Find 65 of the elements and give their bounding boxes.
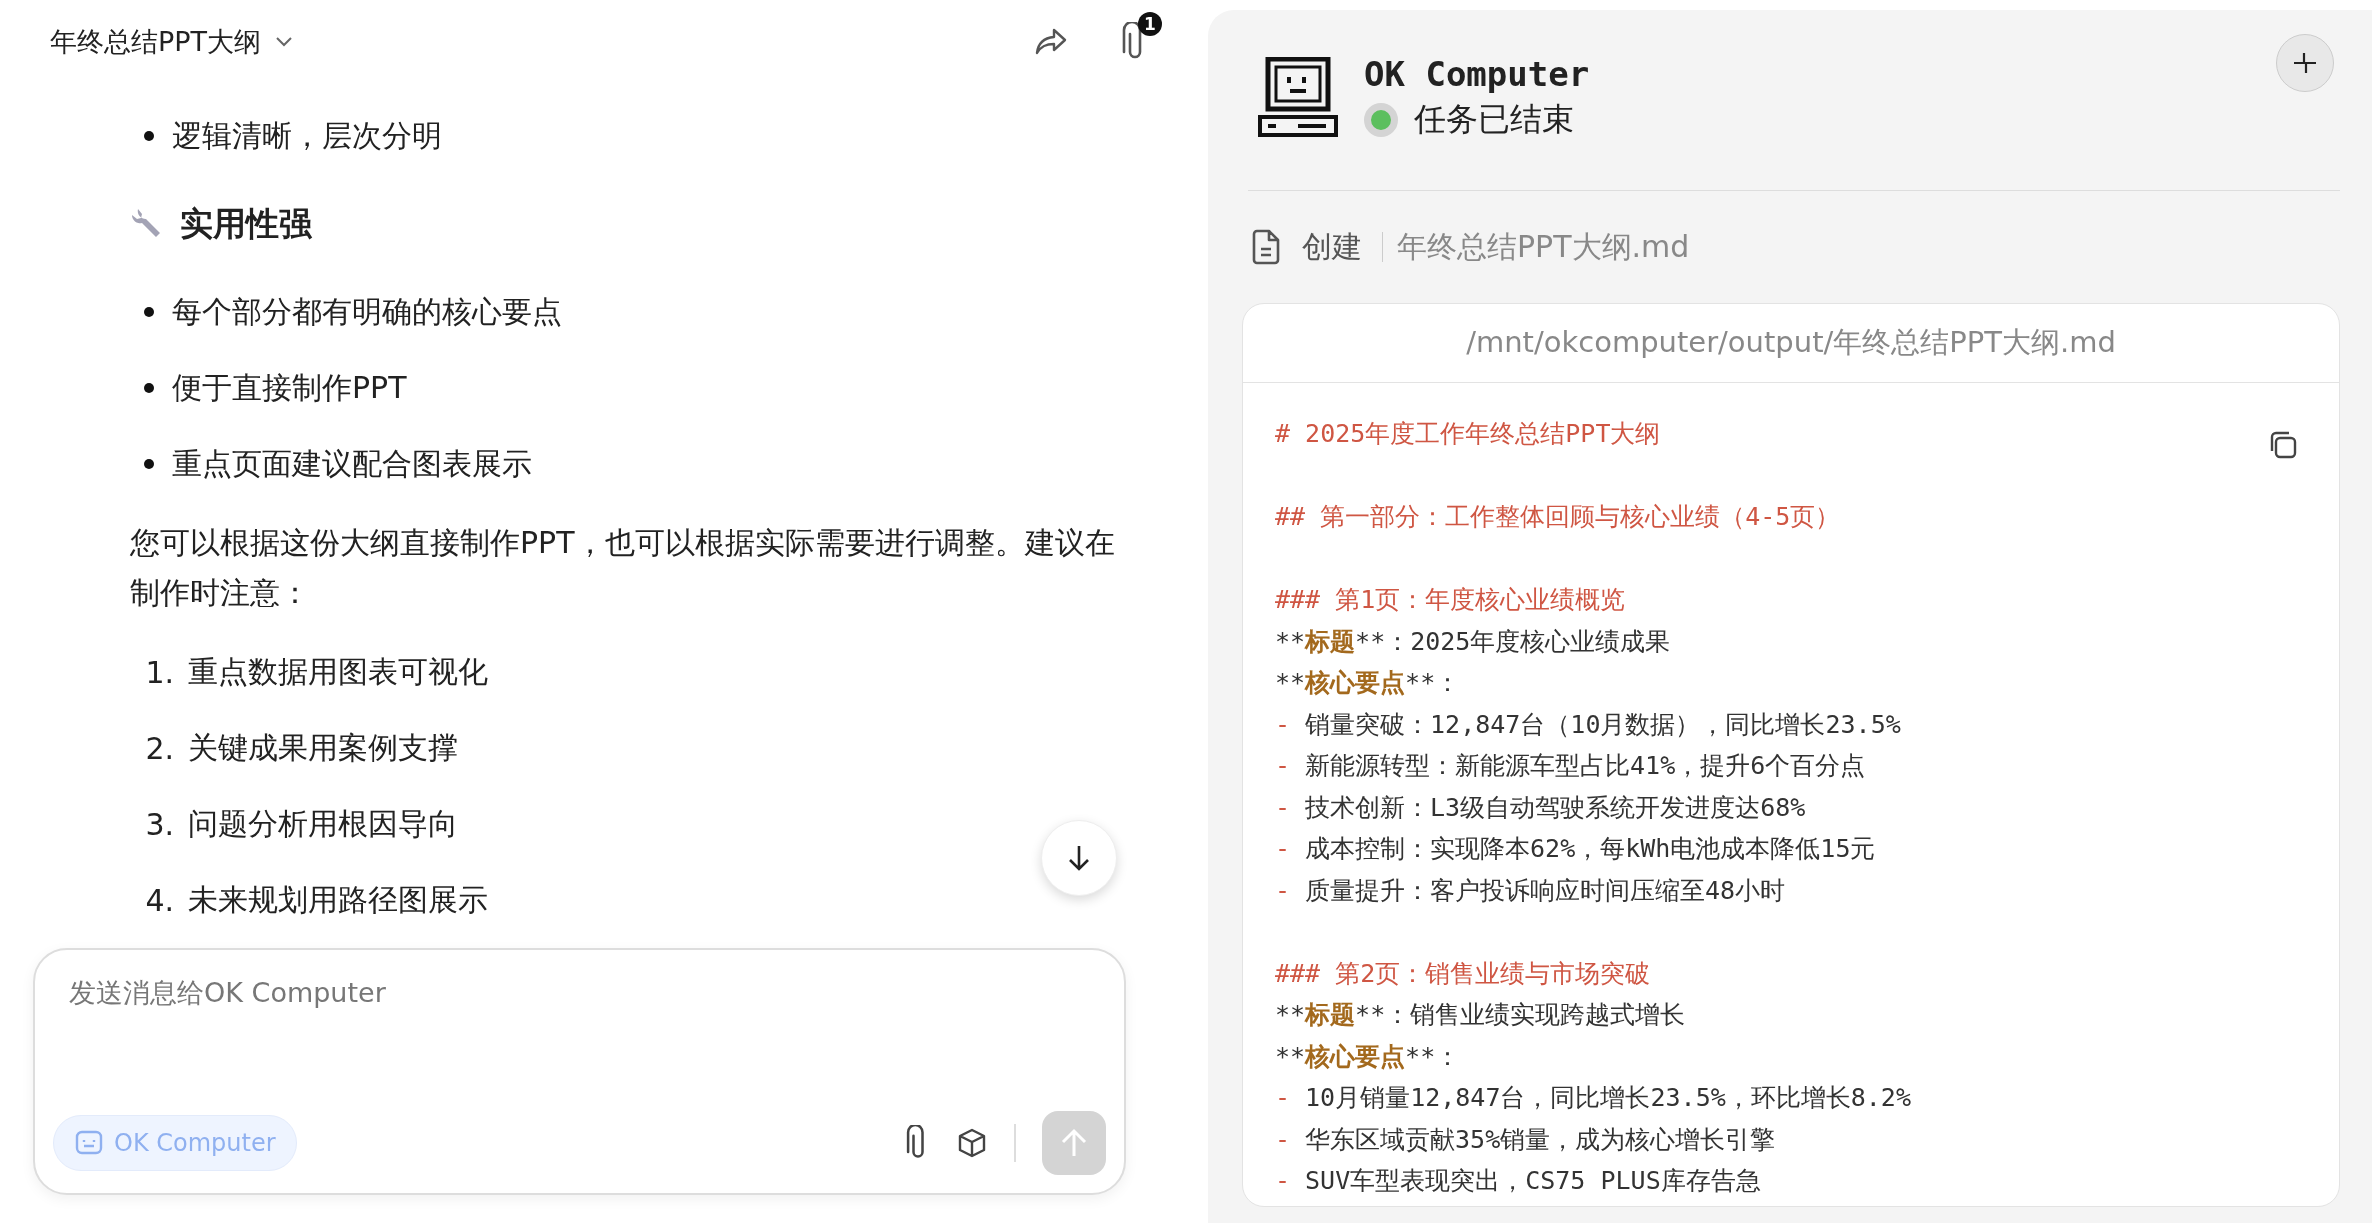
share-icon[interactable]	[1034, 27, 1068, 57]
bullet-dot	[144, 131, 154, 141]
bullet-dot	[144, 383, 154, 393]
code-line: 技术创新：L3级自动驾驶系统开发进度达68%	[1305, 791, 1806, 824]
document-icon	[1250, 228, 1282, 266]
list-dash: -	[1275, 875, 1291, 905]
file-path: /mnt/okcomputer/output/年终总结PPT大纲.md	[1243, 304, 2339, 383]
conversation-title[interactable]: 年终总结PPT大纲	[50, 24, 262, 60]
field-label: 标题	[1305, 999, 1356, 1032]
computer-icon	[1258, 57, 1338, 139]
list-item-text: 关键成果用案例支撑	[188, 728, 458, 767]
code-line: 销量突破：12,847台（10月数据），同比增长23.5%	[1305, 708, 1901, 741]
field-label: 标题	[1305, 625, 1356, 658]
field-label: 核心要点	[1305, 1040, 1406, 1073]
collapse-icon	[2292, 50, 2318, 76]
code-line: ### 第1页：年度核心业绩概览	[1275, 584, 1626, 617]
list-number: 2.	[144, 730, 174, 766]
code-line: SUV车型表现突出，CS75 PLUS库存告急	[1305, 1165, 1761, 1198]
code-line: 新能源转型：新能源车型占比41%，提升6个百分点	[1305, 750, 1866, 783]
code-line: 成本控制：实现降本62%，每kWh电池成本降低15元	[1305, 833, 1876, 866]
chevron-down-icon[interactable]	[275, 36, 294, 48]
list-dash: -	[1275, 834, 1291, 864]
attachment-count-badge: 1	[1138, 12, 1162, 36]
list-item-text: 未来规划用路径图展示	[188, 880, 488, 919]
bold-marker: **	[1355, 626, 1386, 656]
bold-marker: **	[1405, 1041, 1436, 1071]
agent-name: OK Computer	[1364, 54, 1590, 94]
status-text: 任务已结束	[1414, 99, 1574, 140]
code-line: ### 第2页：销售业绩与市场突破	[1275, 957, 1651, 990]
field-value: ：	[1435, 667, 1461, 700]
bullet-dot	[144, 307, 154, 317]
list-item-text: 每个部分都有明确的核心要点	[172, 292, 562, 331]
bold-marker: **	[1355, 1000, 1386, 1030]
bullet-dot	[144, 459, 154, 469]
cube-icon[interactable]	[956, 1127, 988, 1159]
paragraph: 您可以根据这份大纲直接制作PPT，也可以根据实际需要进行调整。建议在制作时注意：	[130, 524, 1116, 612]
field-value: ：销售业绩实现跨越式增长	[1385, 999, 1686, 1032]
list-dash: -	[1275, 792, 1291, 822]
list-item-text: 便于直接制作PPT	[172, 368, 407, 407]
list-item-text: 问题分析用根因导向	[188, 804, 458, 843]
field-value: ：2025年度核心业绩成果	[1385, 625, 1671, 658]
list-item-text: 逻辑清晰，层次分明	[172, 116, 442, 155]
code-line: 质量提升：客户投诉响应时间压缩至48小时	[1305, 874, 1786, 907]
list-item-text: 重点页面建议配合图表展示	[172, 444, 532, 483]
code-line: ## 第一部分：工作整体回顾与核心业绩（4-5页）	[1275, 501, 1841, 534]
field-value: ：	[1435, 1040, 1461, 1073]
list-dash: -	[1275, 1083, 1291, 1113]
code-line: 华东区域贡献35%销量，成为核心增长引擎	[1305, 1123, 1776, 1156]
action-label: 创建	[1302, 227, 1362, 266]
arrow-up-icon	[1060, 1127, 1088, 1159]
arrow-down-icon	[1067, 843, 1091, 873]
list-dash: -	[1275, 1124, 1291, 1154]
code-line: # 2025年度工作年终总结PPT大纲	[1275, 418, 1661, 451]
list-dash: -	[1275, 709, 1291, 739]
list-number: 1.	[144, 654, 174, 690]
list-dash: -	[1275, 1166, 1291, 1196]
list-number: 3.	[144, 806, 174, 842]
section-heading: 实用性强	[180, 202, 312, 245]
bold-marker: **	[1405, 668, 1436, 698]
list-number: 4.	[144, 882, 174, 918]
list-dash: -	[1275, 751, 1291, 781]
file-name: 年终总结PPT大纲.md	[1397, 227, 1690, 266]
list-item-text: 重点数据用图表可视化	[188, 652, 488, 691]
code-line: 10月销量12,847台，同比增长23.5%，环比增长8.2%	[1305, 1082, 1911, 1115]
field-label: 核心要点	[1305, 667, 1406, 700]
